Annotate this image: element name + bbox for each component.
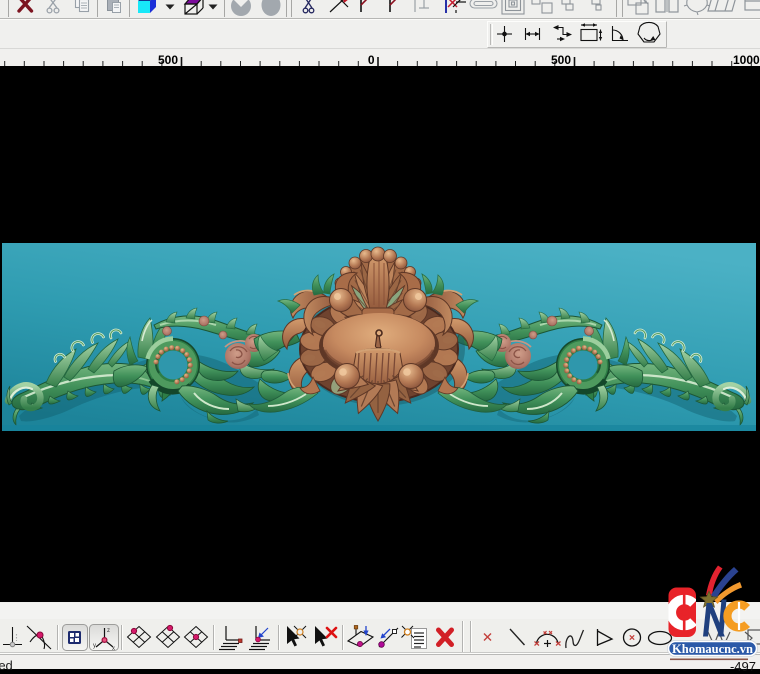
svg-text:y: y xyxy=(93,643,96,649)
svg-text:Khomaucnc.vn: Khomaucnc.vn xyxy=(672,642,753,656)
svg-text:500: 500 xyxy=(551,53,571,67)
svg-text:0: 0 xyxy=(368,53,375,67)
svg-text:z: z xyxy=(107,628,110,634)
svg-text:500: 500 xyxy=(158,53,178,67)
svg-text:x: x xyxy=(112,646,115,652)
svg-text:1000: 1000 xyxy=(733,53,760,67)
